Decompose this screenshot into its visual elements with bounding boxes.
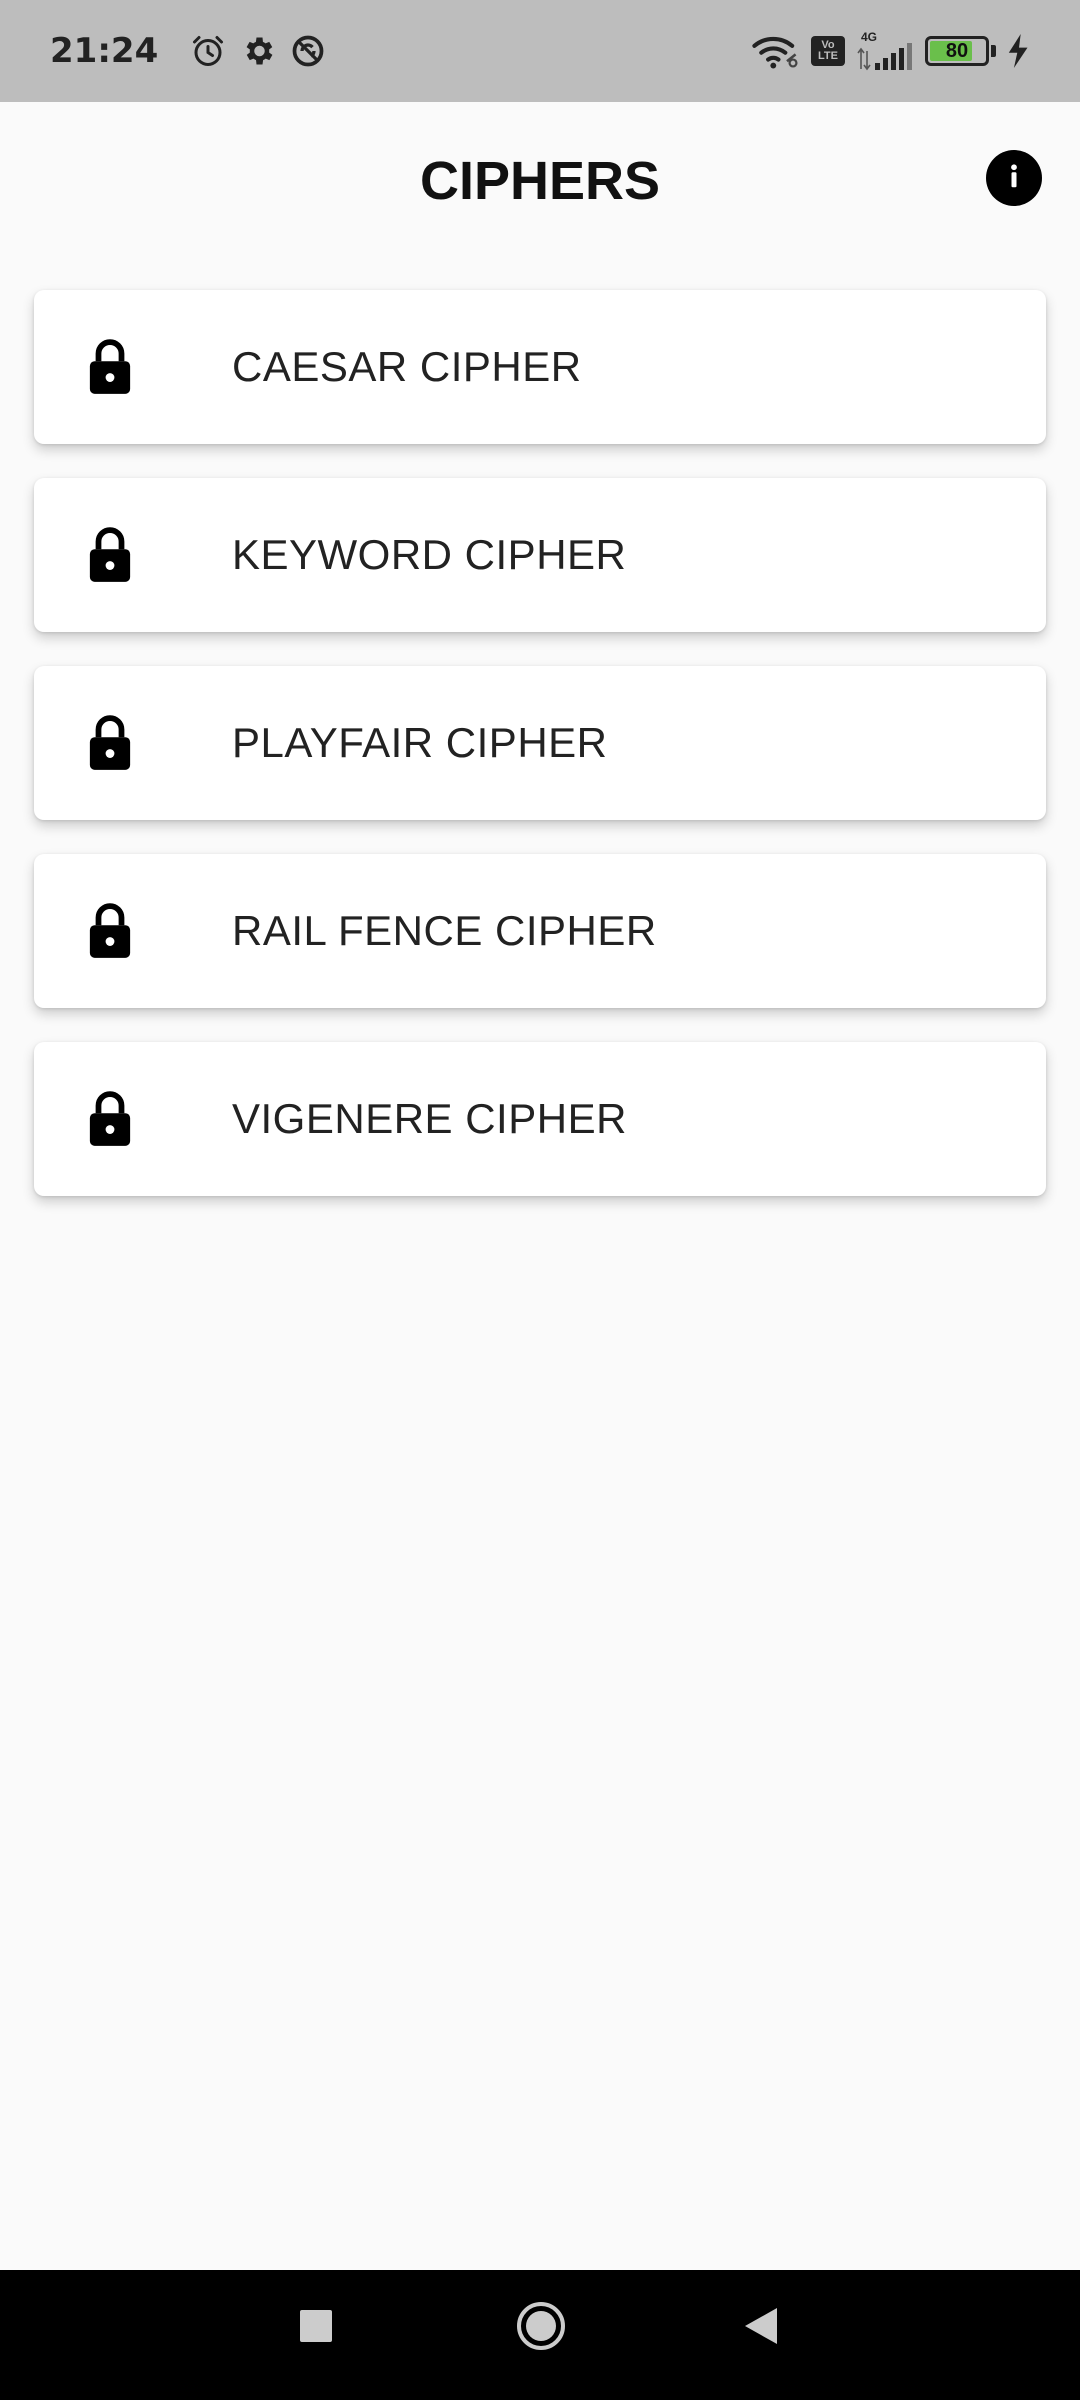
- cipher-list: CAESAR CIPHER KEYWORD CIPHER PLAYFAIR CIPH…: [34, 290, 1046, 1230]
- wifi-icon: [751, 31, 799, 71]
- cipher-label: VIGENERE CIPHER: [232, 1095, 627, 1142]
- status-bar: 21:24 Vo LTE 4G 80: [0, 0, 1080, 102]
- navigation-bar: [0, 2270, 1080, 2400]
- back-button[interactable]: [742, 2306, 780, 2346]
- network-type: 4G: [861, 30, 878, 44]
- battery-level: 80: [945, 39, 969, 62]
- signal-icon: [857, 43, 913, 71]
- lock-icon: [86, 713, 134, 773]
- volte-icon: Vo LTE: [811, 36, 845, 66]
- mobile-network: 4G: [857, 31, 913, 71]
- lock-icon: [86, 337, 134, 397]
- cipher-label: CAESAR CIPHER: [232, 343, 582, 390]
- page-title: CIPHERS: [419, 151, 661, 211]
- home-button[interactable]: [515, 2300, 567, 2352]
- cipher-list-item[interactable]: VIGENERE CIPHER: [34, 1042, 1046, 1196]
- sync-icon: [290, 33, 326, 69]
- lock-icon: [86, 525, 134, 585]
- alarm-icon: [190, 33, 226, 69]
- app-bar: CIPHERS: [0, 102, 1080, 257]
- cipher-list-item[interactable]: RAIL FENCE CIPHER: [34, 854, 1046, 1008]
- battery-tip: [991, 45, 996, 57]
- status-time: 21:24: [50, 31, 159, 71]
- cipher-label: PLAYFAIR CIPHER: [232, 719, 608, 766]
- cipher-list-item[interactable]: KEYWORD CIPHER: [34, 478, 1046, 632]
- recents-button[interactable]: [298, 2308, 334, 2344]
- lock-icon: [86, 1089, 134, 1149]
- cipher-label: RAIL FENCE CIPHER: [232, 907, 657, 954]
- status-right: Vo LTE 4G 80: [751, 31, 1030, 71]
- lock-icon: [86, 901, 134, 961]
- cipher-label: KEYWORD CIPHER: [232, 531, 627, 578]
- battery-icon: 80: [925, 36, 989, 66]
- cipher-list-item[interactable]: PLAYFAIR CIPHER: [34, 666, 1046, 820]
- info-button[interactable]: [986, 150, 1042, 206]
- charging-icon: [1008, 34, 1030, 68]
- volte-bottom-text: LTE: [818, 50, 838, 62]
- gear-icon: [240, 33, 276, 69]
- cipher-list-item[interactable]: CAESAR CIPHER: [34, 290, 1046, 444]
- status-left: 21:24: [50, 31, 326, 71]
- info-icon: [999, 161, 1029, 196]
